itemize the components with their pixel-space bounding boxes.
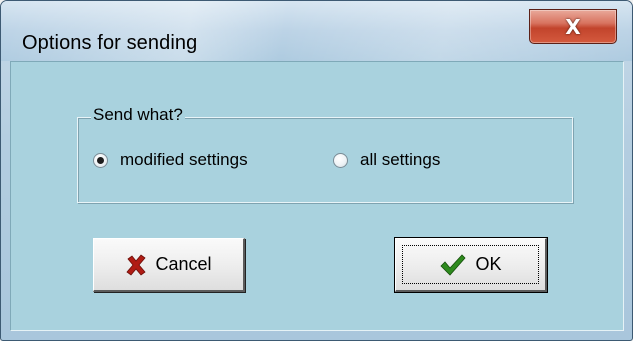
- dialog-client-area: Send what? modified settings all setting…: [10, 61, 624, 331]
- radio-label-modified-settings: modified settings: [120, 150, 248, 169]
- close-button[interactable]: X: [529, 9, 617, 44]
- window-title: Options for sending: [22, 32, 198, 54]
- cancel-button-label: Cancel: [155, 254, 212, 274]
- groupbox-legend: Send what?: [91, 105, 185, 125]
- green-check-icon: [439, 253, 467, 277]
- ok-button[interactable]: OK: [394, 237, 548, 293]
- radio-all-settings[interactable]: all settings: [333, 150, 440, 170]
- close-icon: X: [565, 14, 581, 39]
- dialog-window: Options for sending X Send what? modifie…: [0, 0, 633, 341]
- radio-circle-unselected[interactable]: [333, 152, 348, 168]
- radio-dot: [97, 156, 104, 164]
- radio-label-all-settings: all settings: [360, 150, 441, 169]
- radio-modified-settings[interactable]: modified settings: [93, 150, 248, 170]
- red-x-icon: [125, 253, 147, 276]
- radio-circle-selected[interactable]: [93, 152, 108, 168]
- title-bar[interactable]: Options for sending X: [1, 1, 632, 61]
- cancel-button[interactable]: Cancel: [93, 238, 245, 292]
- ok-button-label: OK: [475, 254, 502, 274]
